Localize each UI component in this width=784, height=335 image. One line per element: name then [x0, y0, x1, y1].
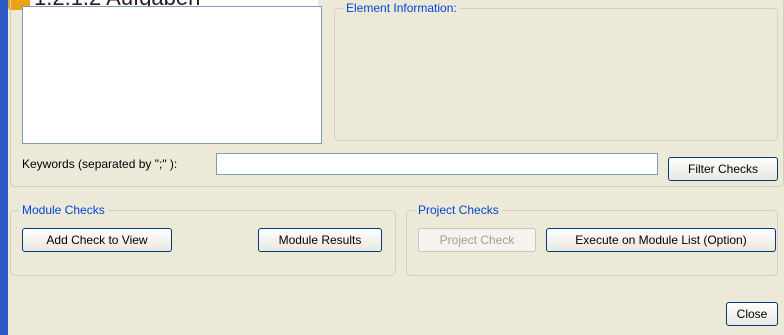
- module-checks-legend: Module Checks: [19, 203, 108, 217]
- close-button[interactable]: Close: [726, 302, 778, 326]
- filter-checks-button[interactable]: Filter Checks: [668, 157, 778, 181]
- element-information-legend: Element Information:: [343, 1, 460, 15]
- execute-on-module-list-button[interactable]: Execute on Module List (Option): [546, 228, 776, 252]
- checks-list[interactable]: [22, 6, 322, 144]
- module-results-button[interactable]: Module Results: [258, 228, 382, 252]
- keywords-label: Keywords (separated by ";" ):: [22, 157, 178, 171]
- window-frame-edge: [0, 0, 8, 335]
- project-checks-legend: Project Checks: [415, 203, 502, 217]
- project-check-button: Project Check: [418, 228, 536, 252]
- add-check-to-view-button[interactable]: Add Check to View: [22, 228, 172, 252]
- keywords-input[interactable]: [216, 153, 658, 175]
- element-information-group: Element Information:: [334, 1, 778, 141]
